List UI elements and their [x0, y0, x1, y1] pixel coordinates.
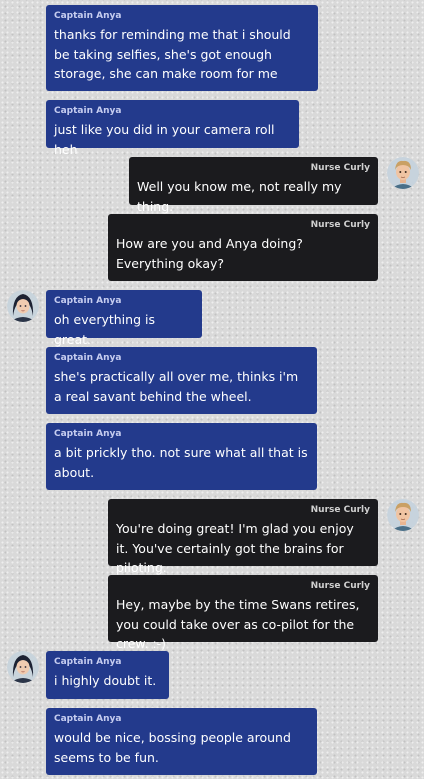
message-text: a bit prickly tho. not sure what all tha… — [54, 445, 308, 480]
message-bubble-anya: Captain Anya a bit prickly tho. not sure… — [46, 423, 317, 490]
message-text: Well you know me, not really my thing. — [137, 179, 342, 214]
message-text: thanks for reminding me that i should be… — [54, 27, 291, 81]
sender-name: Nurse Curly — [310, 163, 370, 173]
message-text: How are you and Anya doing? Everything o… — [116, 236, 303, 271]
message-bubble-anya: Captain Anya she's practically all over … — [46, 347, 317, 414]
message-bubble-curly: Nurse Curly Well you know me, not really… — [129, 157, 378, 214]
message-text: just like you did in your camera roll he… — [54, 122, 275, 157]
sender-name: Captain Anya — [54, 353, 122, 363]
sender-name: Captain Anya — [54, 106, 122, 116]
message-text: i highly doubt it. — [54, 673, 157, 688]
sender-name: Captain Anya — [54, 11, 122, 21]
sender-name: Captain Anya — [54, 296, 122, 306]
message-text: she's practically all over me, thinks i'… — [54, 369, 299, 404]
anya-avatar-icon — [7, 651, 39, 683]
message-bubble-anya: Captain Anya oh everything is great. — [46, 290, 202, 347]
message-bubble-curly: Nurse Curly How are you and Anya doing? … — [108, 214, 378, 281]
message-bubble-anya: Captain Anya just like you did in your c… — [46, 100, 299, 157]
sender-name: Nurse Curly — [310, 505, 370, 515]
message-bubble-curly: Nurse Curly Hey, maybe by the time Swans… — [108, 575, 378, 651]
sender-name: Nurse Curly — [310, 220, 370, 230]
message-bubble-anya: Captain Anya would be nice, bossing peop… — [46, 708, 317, 775]
sender-name: Captain Anya — [54, 429, 122, 439]
sender-name: Captain Anya — [54, 657, 122, 667]
message-text: You're doing great! I'm glad you enjoy i… — [116, 521, 354, 575]
message-text: would be nice, bossing people around see… — [54, 730, 291, 765]
curly-avatar-icon — [387, 499, 419, 531]
sender-name: Captain Anya — [54, 714, 122, 724]
message-bubble-anya: Captain Anya thanks for reminding me tha… — [46, 5, 318, 91]
message-text: oh everything is great. — [54, 312, 155, 347]
message-text: Hey, maybe by the time Swans retires, yo… — [116, 597, 360, 651]
curly-avatar-icon — [387, 157, 419, 189]
sender-name: Nurse Curly — [310, 581, 370, 591]
message-bubble-anya: Captain Anya i highly doubt it. — [46, 651, 169, 699]
anya-avatar-icon — [7, 290, 39, 322]
message-bubble-curly: Nurse Curly You're doing great! I'm glad… — [108, 499, 378, 575]
